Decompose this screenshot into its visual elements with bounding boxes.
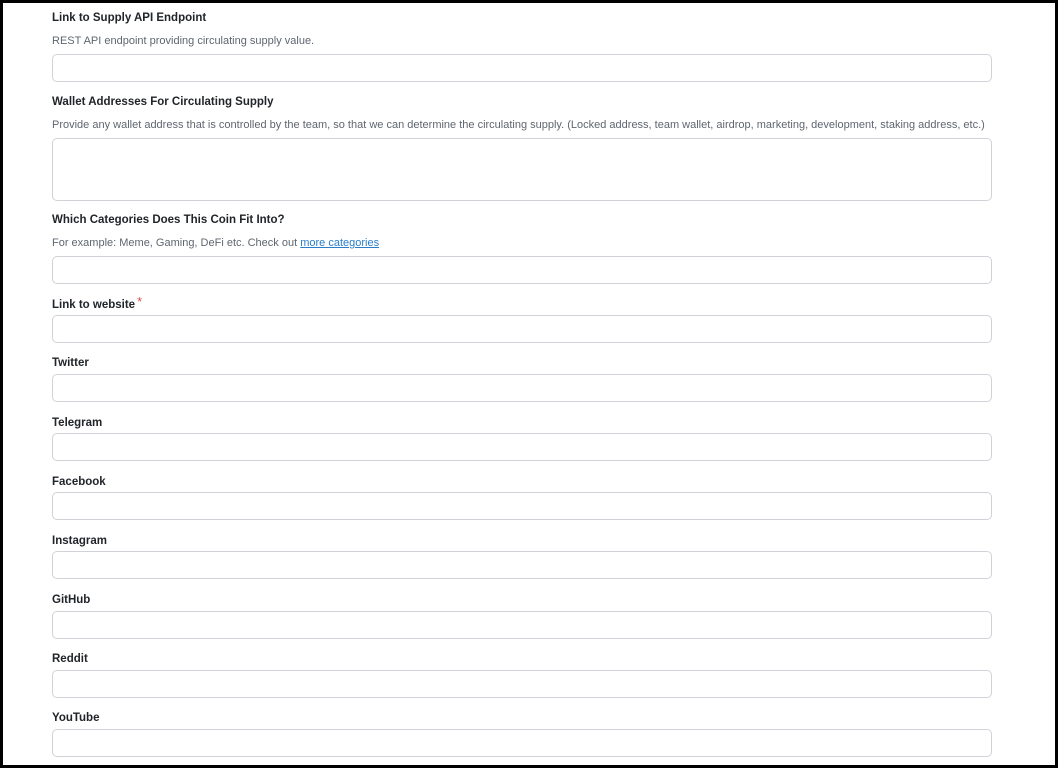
supply-api-label: Link to Supply API Endpoint <box>52 12 207 24</box>
github-input[interactable] <box>52 611 992 639</box>
categories-help: For example: Meme, Gaming, DeFi etc. Che… <box>52 236 379 250</box>
facebook-input[interactable] <box>52 492 992 520</box>
more-categories-link[interactable]: more categories <box>300 237 379 249</box>
instagram-input[interactable] <box>52 551 992 579</box>
wallet-addresses-label: Wallet Addresses For Circulating Supply <box>52 96 274 108</box>
telegram-input[interactable] <box>52 433 992 461</box>
page-frame: Link to Supply API Endpoint REST API end… <box>3 3 1055 765</box>
instagram-label: Instagram <box>52 535 107 547</box>
reddit-input[interactable] <box>52 670 992 698</box>
github-label: GitHub <box>52 594 91 606</box>
reddit-label: Reddit <box>52 653 88 665</box>
categories-input[interactable] <box>52 256 992 284</box>
twitter-input[interactable] <box>52 374 992 402</box>
youtube-label: YouTube <box>52 712 100 724</box>
categories-label: Which Categories Does This Coin Fit Into… <box>52 214 285 226</box>
website-label-text: Link to website <box>52 299 136 311</box>
website-label: Link to website * <box>52 294 143 312</box>
categories-help-text: For example: Meme, Gaming, DeFi etc. Che… <box>52 237 301 249</box>
supply-api-help: REST API endpoint providing circulating … <box>52 35 315 47</box>
facebook-label: Facebook <box>52 476 106 488</box>
website-input[interactable] <box>52 315 992 343</box>
twitter-label: Twitter <box>52 357 89 369</box>
wallet-addresses-help: Provide any wallet address that is contr… <box>52 119 985 131</box>
required-asterisk: * <box>137 294 143 309</box>
youtube-input[interactable] <box>52 729 992 757</box>
wallet-addresses-textarea[interactable] <box>52 138 992 201</box>
supply-api-input[interactable] <box>52 54 992 82</box>
telegram-label: Telegram <box>52 417 103 429</box>
